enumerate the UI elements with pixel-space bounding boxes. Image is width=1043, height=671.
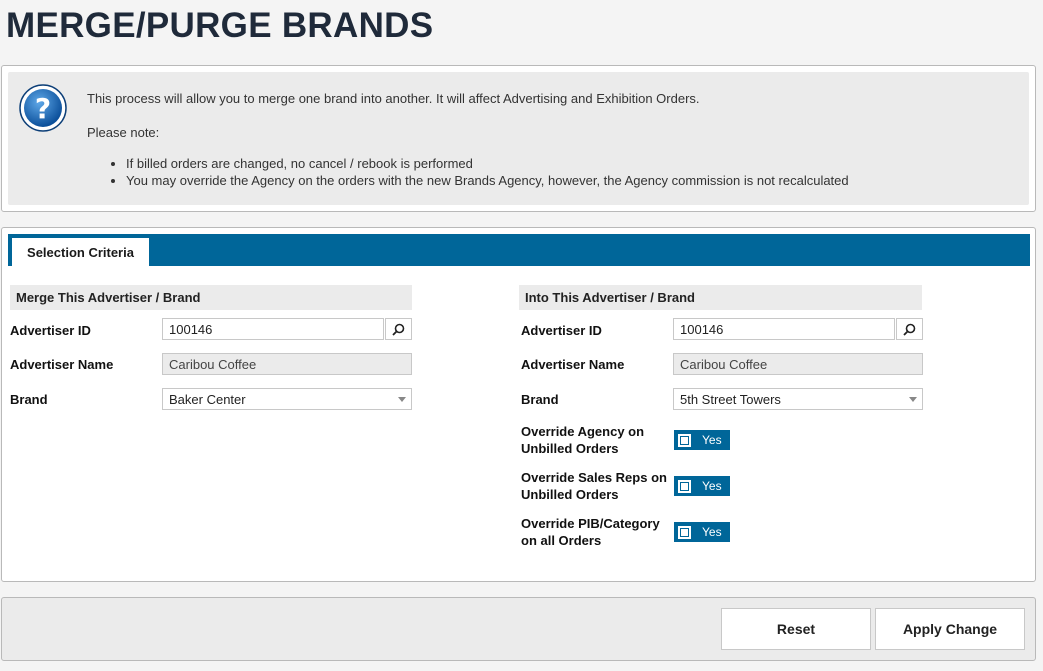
checkbox-icon — [678, 433, 691, 447]
into-advertiser-lookup-button[interactable] — [896, 318, 923, 340]
info-note-label: Please note: — [87, 125, 160, 140]
into-brand-select[interactable]: 5th Street Towers — [673, 388, 923, 410]
reset-button[interactable]: Reset — [721, 608, 871, 650]
merge-section-header: Merge This Advertiser / Brand — [10, 285, 412, 310]
merge-advertiser-id-input[interactable]: 100146 — [162, 318, 384, 340]
override-sales-label-line1: Override Sales Reps on — [521, 470, 667, 485]
override-pib-label-line1: Override PIB/Category — [521, 516, 660, 531]
override-sales-toggle-label: Yes — [702, 479, 722, 493]
override-agency-label-line2: Unbilled Orders — [521, 441, 619, 456]
into-advertiser-id-input[interactable]: 100146 — [673, 318, 895, 340]
into-advertiser-name-field: Caribou Coffee — [673, 353, 923, 375]
merge-advertiser-id-label: Advertiser ID — [10, 323, 91, 338]
override-sales-label: Override Sales Reps on Unbilled Orders — [521, 469, 667, 503]
override-agency-label-line1: Override Agency on — [521, 424, 645, 439]
into-section-header: Into This Advertiser / Brand — [519, 285, 922, 310]
apply-change-button[interactable]: Apply Change — [875, 608, 1025, 650]
into-advertiser-name-label: Advertiser Name — [521, 357, 625, 372]
merge-advertiser-name-field: Caribou Coffee — [162, 353, 412, 375]
info-bullet: If billed orders are changed, no cancel … — [126, 155, 849, 172]
info-box: ? This process will allow you to merge o… — [8, 72, 1029, 205]
tab-selection-criteria[interactable]: Selection Criteria — [12, 238, 149, 266]
checkbox-icon — [678, 525, 691, 539]
override-sales-label-line2: Unbilled Orders — [521, 487, 619, 502]
criteria-panel: Selection Criteria Merge This Advertiser… — [1, 227, 1036, 582]
caret-down-icon — [393, 389, 411, 409]
svg-text:?: ? — [35, 92, 51, 125]
into-advertiser-id-label: Advertiser ID — [521, 323, 602, 338]
magnifier-icon — [392, 323, 405, 336]
into-brand-value: 5th Street Towers — [680, 391, 781, 407]
info-bullet-list: If billed orders are changed, no cancel … — [108, 155, 849, 189]
merge-brand-value: Baker Center — [169, 391, 246, 407]
override-agency-label: Override Agency on Unbilled Orders — [521, 423, 644, 457]
override-agency-toggle[interactable]: Yes — [674, 430, 730, 450]
action-bar: Reset Apply Change — [1, 597, 1036, 661]
info-description: This process will allow you to merge one… — [87, 91, 700, 106]
info-bullet: You may override the Agency on the order… — [126, 172, 849, 189]
merge-brand-select[interactable]: Baker Center — [162, 388, 412, 410]
override-agency-toggle-label: Yes — [702, 433, 722, 447]
merge-advertiser-name-label: Advertiser Name — [10, 357, 114, 372]
into-brand-label: Brand — [521, 392, 559, 407]
override-pib-toggle[interactable]: Yes — [674, 522, 730, 542]
merge-advertiser-lookup-button[interactable] — [385, 318, 412, 340]
magnifier-icon — [903, 323, 916, 336]
override-sales-toggle[interactable]: Yes — [674, 476, 730, 496]
caret-down-icon — [904, 389, 922, 409]
merge-brand-label: Brand — [10, 392, 48, 407]
info-panel: ? This process will allow you to merge o… — [1, 65, 1036, 212]
page-title: MERGE/PURGE BRANDS — [6, 6, 434, 45]
help-question-icon: ? — [18, 83, 68, 133]
override-pib-label-line2: on all Orders — [521, 533, 602, 548]
override-pib-toggle-label: Yes — [702, 525, 722, 539]
override-pib-label: Override PIB/Category on all Orders — [521, 515, 660, 549]
tab-bar: Selection Criteria — [8, 234, 1030, 266]
checkbox-icon — [678, 479, 691, 493]
